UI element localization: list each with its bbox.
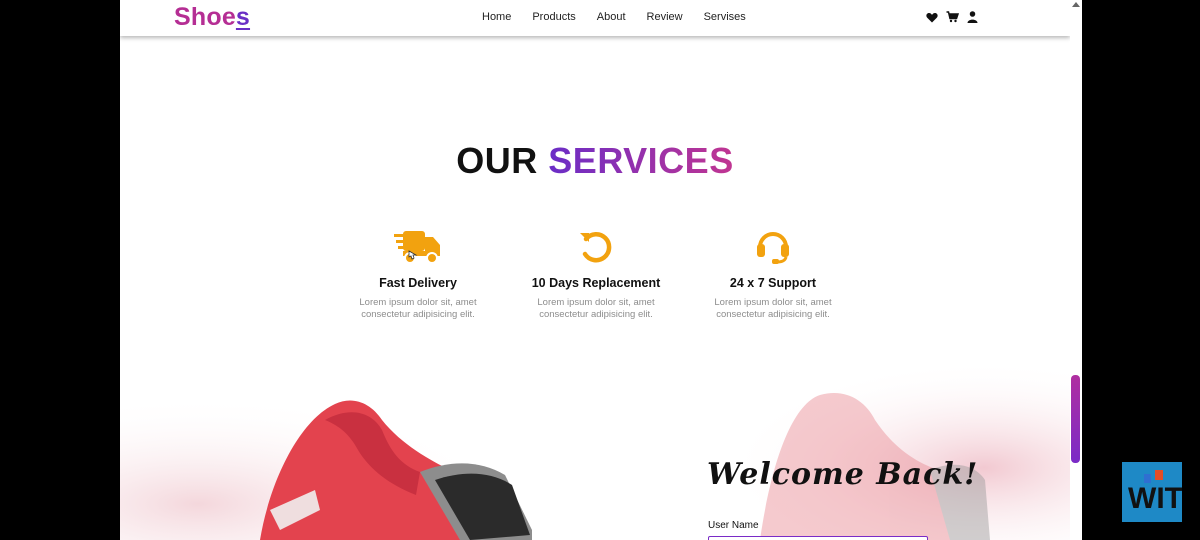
service-replacement: 10 Days Replacement Lorem ipsum dolor si… (506, 226, 686, 321)
nav-link-products[interactable]: Products (532, 11, 575, 23)
page-viewport: Shoes Home Products About Review Servise… (120, 0, 1070, 540)
service-text: Lorem ipsum dolor sit, amet consectetur a… (359, 297, 477, 320)
nav-links: Home Products About Review Servises (482, 11, 767, 23)
service-support: 24 x 7 Support Lorem ipsum dolor sit, am… (683, 226, 863, 321)
hero-section (120, 360, 1070, 540)
nav-link-home[interactable]: Home (482, 11, 511, 23)
nav-link-about[interactable]: About (597, 11, 626, 23)
scroll-up-icon[interactable] (1072, 2, 1080, 7)
service-text: Lorem ipsum dolor sit, amet consectetur a… (714, 297, 832, 320)
navbar: Shoes Home Products About Review Servise… (120, 0, 1070, 36)
username-label: User Name (708, 520, 759, 531)
replacement-icon (506, 226, 686, 266)
user-icon[interactable] (967, 11, 978, 23)
service-title: Fast Delivery (379, 276, 457, 290)
nav-link-services[interactable]: Servises (704, 11, 746, 23)
watermark-logo: WIT (1122, 462, 1183, 522)
service-title: 24 x 7 Support (729, 276, 817, 290)
svg-text:WIT: WIT (1128, 482, 1182, 515)
hero-shoe-image (120, 360, 1070, 540)
welcome-heading: Welcome Back! (707, 457, 979, 492)
logo-text: Shoe (174, 3, 236, 31)
service-fast-delivery: Fast Delivery Lorem ipsum dolor sit, ame… (328, 226, 508, 321)
nav-icons (926, 11, 978, 23)
services-title: OUR SERVICES (120, 140, 1070, 182)
heart-icon[interactable] (926, 12, 938, 23)
service-text: Lorem ipsum dolor sit, amet consectetur a… (537, 297, 655, 320)
username-input[interactable] (708, 536, 928, 540)
headset-icon (683, 226, 863, 266)
service-title: 10 Days Replacement (531, 276, 661, 290)
logo-text-last: s (235, 3, 251, 31)
services-title-part1: OUR (456, 140, 538, 181)
services-title-part2: SERVICES (548, 140, 734, 181)
delivery-truck-icon (328, 226, 508, 266)
cart-icon[interactable] (946, 11, 959, 23)
logo[interactable]: Shoes (174, 3, 250, 32)
scrollbar-thumb[interactable] (1071, 375, 1080, 463)
nav-link-review[interactable]: Review (647, 11, 683, 23)
